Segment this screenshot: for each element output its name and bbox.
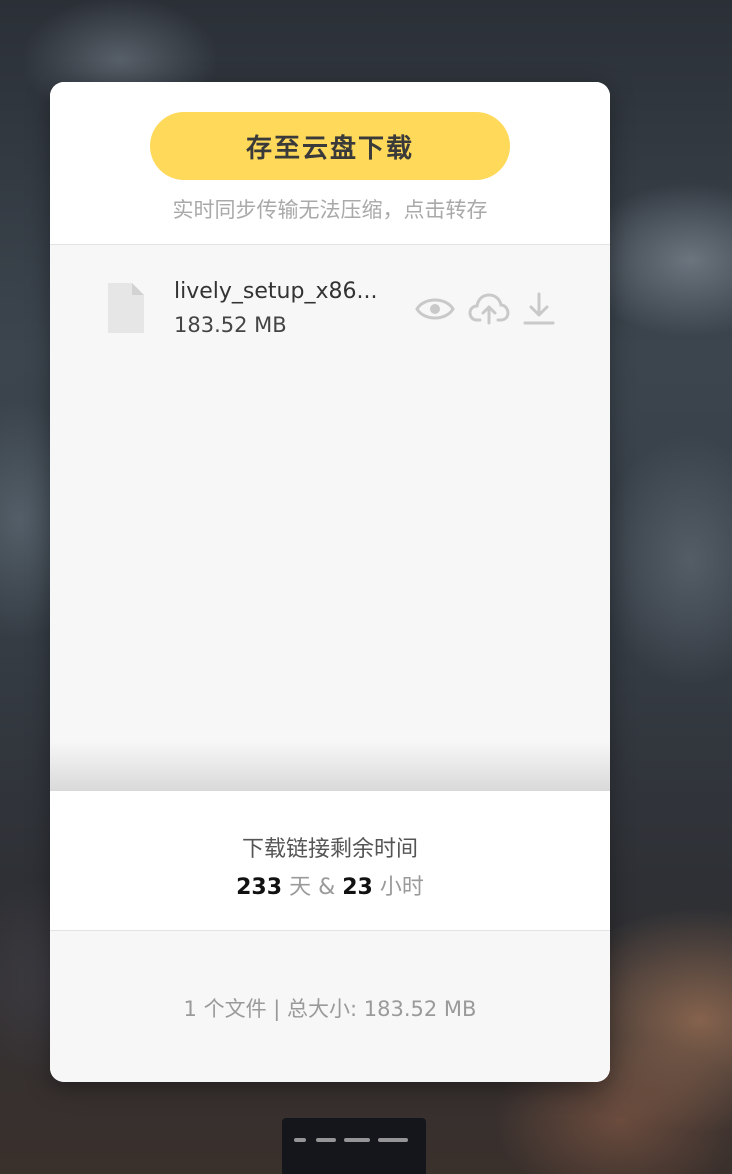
list-fade (50, 741, 610, 791)
expiry-days: 233 (236, 875, 283, 900)
file-size: 183.52 MB (174, 313, 287, 337)
download-icon[interactable] (518, 289, 560, 329)
dialog-header: 存至云盘下载 实时同步传输无法压缩，点击转存 (50, 82, 610, 245)
cloud-upload-icon[interactable] (468, 289, 510, 329)
file-summary: 1 个文件 | 总大小: 183.52 MB (50, 931, 610, 1082)
file-row[interactable]: lively_setup_x86... 183.52 MB (50, 269, 610, 349)
expiry-hours-unit: 小时 (379, 875, 424, 900)
file-icon (108, 283, 144, 333)
expiry-value: 233 天 & 23 小时 (50, 869, 610, 901)
link-expiry: 下载链接剩余时间 233 天 & 23 小时 (50, 791, 610, 931)
transfer-hint: 实时同步传输无法压缩，点击转存 (172, 198, 488, 222)
taskbar-thumbnail (282, 1118, 426, 1174)
expiry-hours: 23 (342, 875, 373, 900)
expiry-days-unit: 天 (289, 875, 312, 900)
expiry-title: 下载链接剩余时间 (241, 837, 418, 862)
expiry-separator: & (318, 875, 336, 900)
file-name: lively_setup_x86... (174, 279, 378, 304)
file-list: lively_setup_x86... 183.52 MB (50, 245, 610, 791)
save-to-cloud-button[interactable]: 存至云盘下载 (150, 112, 510, 180)
eye-icon[interactable] (414, 289, 456, 329)
download-dialog: 存至云盘下载 实时同步传输无法压缩，点击转存 lively_setup_x86.… (50, 82, 610, 1082)
summary-text: 1 个文件 | 总大小: 183.52 MB (183, 997, 477, 1021)
